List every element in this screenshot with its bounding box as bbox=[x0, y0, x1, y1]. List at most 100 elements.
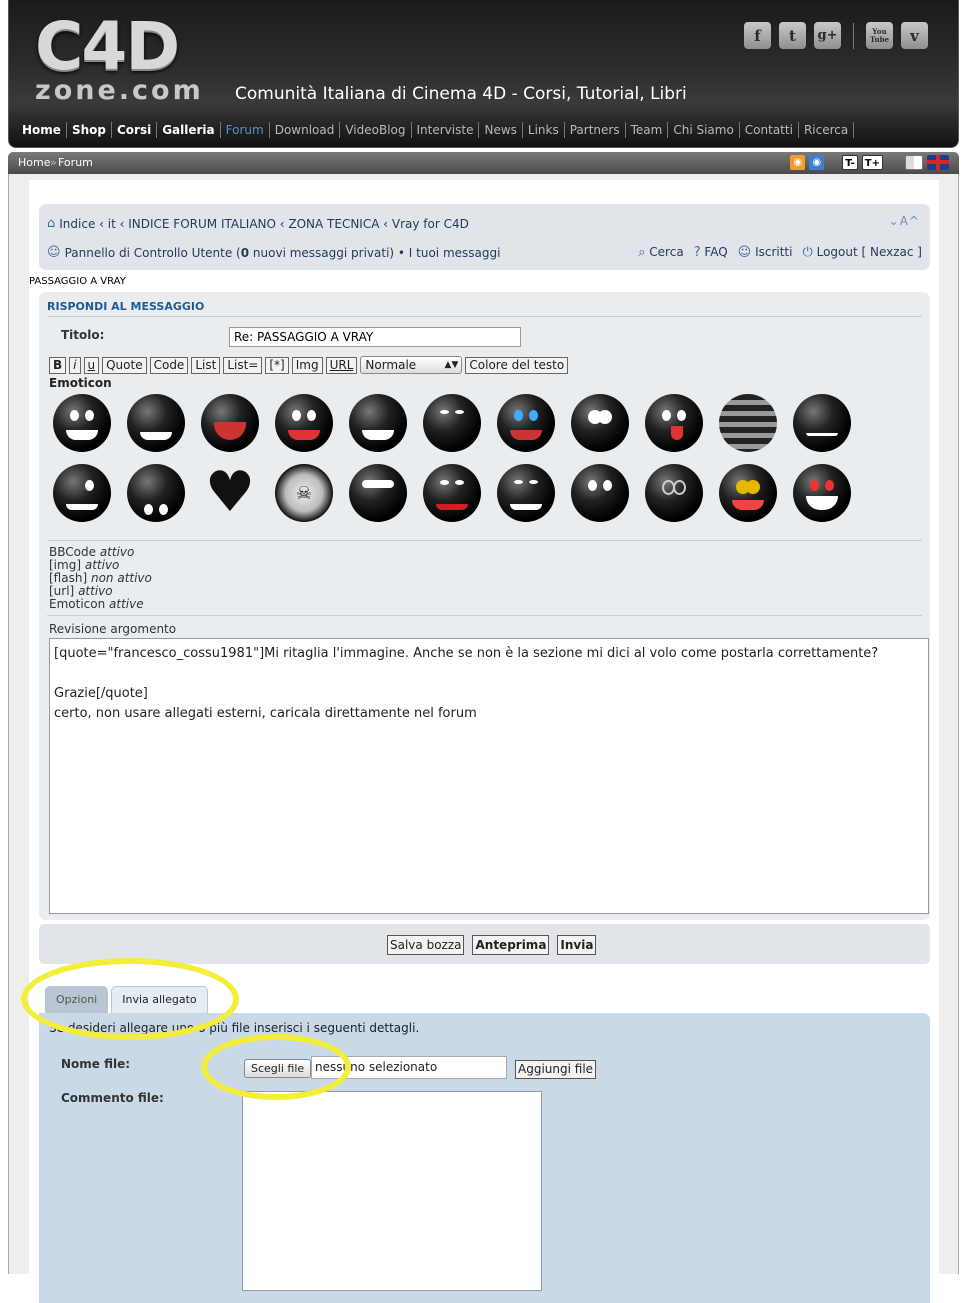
nav-videoblog[interactable]: VideoBlog bbox=[340, 122, 412, 138]
emoticon-crying[interactable] bbox=[497, 394, 555, 452]
emoticon-blush[interactable] bbox=[571, 464, 629, 522]
user-actions: ⌕ Cerca ? FAQ ☺ Iscritti ⏻ Logout [ Nexz… bbox=[638, 245, 922, 260]
emoticon-big-grin[interactable] bbox=[53, 394, 111, 452]
nav-ricerca[interactable]: Ricerca bbox=[799, 122, 855, 138]
nav-partners[interactable]: Partners bbox=[565, 122, 626, 138]
divider bbox=[47, 540, 922, 541]
emoticon-cool[interactable] bbox=[349, 464, 407, 522]
home-icon: ⌂ bbox=[47, 216, 56, 231]
list-item-button[interactable]: [*] bbox=[265, 356, 289, 374]
italian-flag-icon[interactable] bbox=[905, 155, 923, 170]
user-control-panel-link[interactable]: Pannello di Controllo Utente (0 nuovi me… bbox=[65, 246, 501, 260]
add-file-button[interactable]: Aggiungi file bbox=[515, 1060, 597, 1079]
select-arrows-icon: ▲▼ bbox=[444, 360, 459, 370]
divider bbox=[47, 615, 922, 616]
ordered-list-button[interactable]: List= bbox=[223, 356, 263, 374]
logout-link[interactable]: ⏻ Logout [ Nexzac ] bbox=[802, 245, 922, 260]
crumb-bar: Home » Forum ◉ ◉ T- T+ bbox=[8, 152, 959, 174]
topic-title[interactable]: PASSAGGIO A VRAY bbox=[29, 276, 126, 287]
save-draft-button[interactable]: Salva bozza bbox=[387, 935, 465, 955]
text-color-button[interactable]: Colore del testo bbox=[465, 356, 569, 374]
social-divider bbox=[853, 22, 854, 49]
emoticon-glasses[interactable] bbox=[645, 464, 703, 522]
emoticon-money[interactable] bbox=[719, 464, 777, 522]
quote-button[interactable]: Quote bbox=[102, 356, 147, 374]
forum-breadcrumb: ⌂ Indice ‹ it ‹ INDICE FORUM ITALIANO ‹ … bbox=[47, 216, 469, 231]
img-button[interactable]: Img bbox=[291, 356, 323, 374]
nav-forum[interactable]: Forum bbox=[221, 122, 270, 138]
site-tagline: Comunità Italiana di Cinema 4D - Corsi, … bbox=[235, 84, 687, 104]
emoticon-shocked[interactable] bbox=[571, 394, 629, 452]
search-link[interactable]: ⌕ Cerca bbox=[638, 245, 684, 260]
emoticon-skull[interactable]: ☠ bbox=[275, 464, 333, 522]
status-emoticon: Emoticon attive bbox=[49, 597, 144, 611]
emoticon-smirk[interactable] bbox=[127, 394, 185, 452]
facebook-icon[interactable]: f bbox=[744, 22, 771, 49]
emoticon-grid: ♥ ☠ bbox=[53, 394, 873, 522]
nav-links[interactable]: Links bbox=[523, 122, 565, 138]
crumb-tools: ◉ ◉ T- T+ bbox=[790, 155, 949, 170]
emoticon-furious[interactable] bbox=[793, 464, 851, 522]
members-link[interactable]: ☺ Iscritti bbox=[738, 245, 793, 260]
list-button[interactable]: List bbox=[191, 356, 221, 374]
english-flag-icon[interactable] bbox=[927, 155, 949, 170]
nav-contatti[interactable]: Contatti bbox=[740, 122, 799, 138]
emoticon-sweat[interactable] bbox=[793, 394, 851, 452]
emoticon-bomb[interactable] bbox=[53, 464, 111, 522]
choose-file-button[interactable]: Scegli file bbox=[244, 1059, 312, 1078]
users-icon: ☺ bbox=[47, 245, 61, 260]
vimeo-icon[interactable]: v bbox=[901, 22, 928, 49]
preview-button[interactable]: Anteprima bbox=[472, 935, 550, 955]
help-icon: ? bbox=[693, 245, 701, 260]
site-logo-domain[interactable]: zone.com bbox=[35, 76, 204, 106]
file-comment-textarea[interactable] bbox=[242, 1091, 542, 1291]
twitter-icon[interactable]: t bbox=[779, 22, 806, 49]
nav-chi-siamo[interactable]: Chi Siamo bbox=[668, 122, 740, 138]
font-size-control[interactable]: ⌄A^ bbox=[889, 214, 920, 228]
feed-icon[interactable]: ◉ bbox=[809, 155, 825, 170]
font-size-select[interactable]: Normale ▲▼ bbox=[360, 356, 463, 374]
site-logo[interactable]: C4D bbox=[35, 14, 180, 80]
tab-options[interactable]: Opzioni bbox=[45, 986, 109, 1013]
nav-corsi[interactable]: Corsi bbox=[112, 122, 158, 138]
nav-interviste[interactable]: Interviste bbox=[412, 122, 480, 138]
url-button[interactable]: URL bbox=[325, 356, 358, 374]
filename-label: Nome file: bbox=[61, 1057, 131, 1071]
crumb-home[interactable]: Home bbox=[18, 156, 50, 169]
code-button[interactable]: Code bbox=[149, 356, 189, 374]
forum-breadcrumb-text[interactable]: Indice ‹ it ‹ INDICE FORUM ITALIANO ‹ ZO… bbox=[59, 217, 469, 231]
emoticon-bandaged[interactable] bbox=[719, 394, 777, 452]
emoticon-happy[interactable] bbox=[275, 394, 333, 452]
emoticon-laugh[interactable] bbox=[349, 394, 407, 452]
bbcode-toolbar: B i u Quote Code List List= [*] Img URL … bbox=[49, 356, 569, 374]
title-input[interactable] bbox=[229, 327, 521, 347]
emoticon-dizzy[interactable] bbox=[127, 464, 185, 522]
nav-shop[interactable]: Shop bbox=[67, 122, 112, 138]
attachment-intro: Se desideri allegare uno o più file inse… bbox=[49, 1021, 420, 1035]
main-nav: Home Shop Corsi Galleria Forum Download … bbox=[17, 122, 855, 138]
text-larger-button[interactable]: T+ bbox=[861, 155, 883, 170]
youtube-icon[interactable]: You Tube bbox=[866, 22, 893, 49]
bold-button[interactable]: B bbox=[49, 356, 67, 374]
crumb-forum[interactable]: Forum bbox=[58, 156, 93, 169]
googleplus-icon[interactable]: g+ bbox=[814, 22, 841, 49]
nav-download[interactable]: Download bbox=[270, 122, 341, 138]
send-button[interactable]: Invia bbox=[557, 935, 597, 955]
emoticon-tongue[interactable] bbox=[645, 394, 703, 452]
emoticon-heart[interactable]: ♥ bbox=[201, 464, 259, 522]
tab-attachments[interactable]: Invia allegato bbox=[111, 986, 208, 1013]
faq-link[interactable]: ? FAQ bbox=[694, 245, 728, 260]
text-smaller-button[interactable]: T- bbox=[842, 155, 858, 170]
emoticon-devil[interactable] bbox=[423, 464, 481, 522]
rss-icon[interactable]: ◉ bbox=[790, 155, 806, 170]
italic-button[interactable]: i bbox=[69, 356, 81, 374]
emoticon-shout[interactable] bbox=[201, 394, 259, 452]
underline-button[interactable]: u bbox=[83, 356, 100, 374]
emoticon-angry[interactable] bbox=[423, 394, 481, 452]
nav-news[interactable]: News bbox=[479, 122, 523, 138]
nav-home[interactable]: Home bbox=[17, 122, 67, 138]
nav-galleria[interactable]: Galleria bbox=[157, 122, 221, 138]
message-textarea[interactable]: [quote="francesco_cossu1981"]Mi ritaglia… bbox=[49, 638, 929, 914]
emoticon-evil-grin[interactable] bbox=[497, 464, 555, 522]
nav-team[interactable]: Team bbox=[626, 122, 669, 138]
